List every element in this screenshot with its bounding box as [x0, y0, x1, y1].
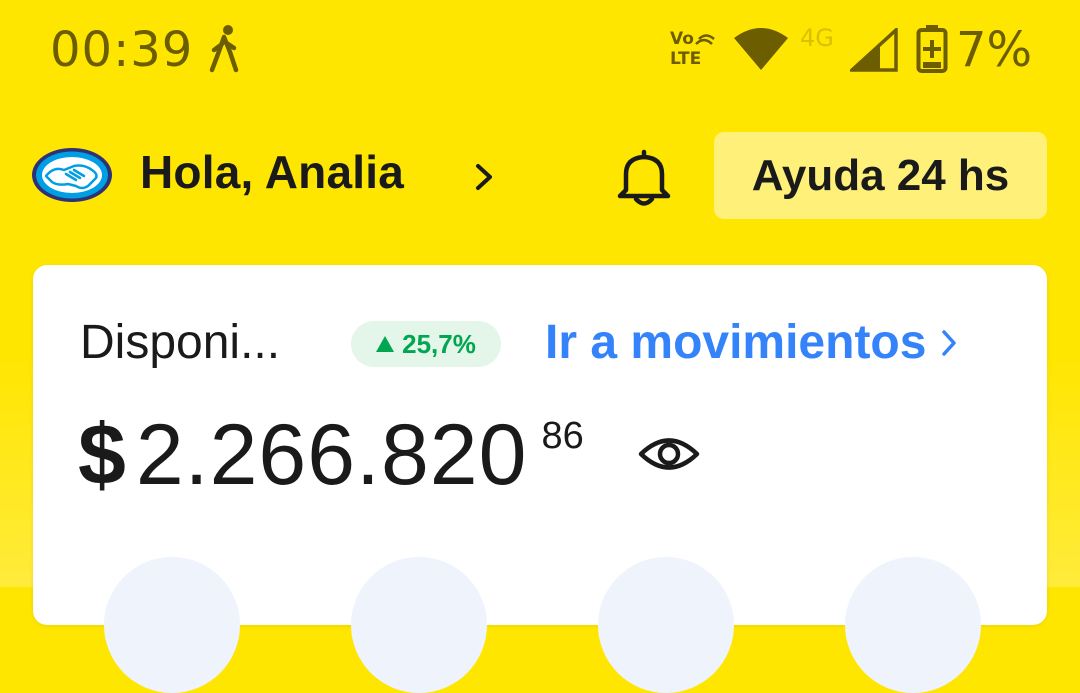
amount-integer: 2.266.820	[135, 407, 528, 503]
chevron-right-icon[interactable]	[472, 160, 496, 194]
action-button[interactable]	[598, 557, 734, 693]
trend-badge: 25,7%	[351, 321, 501, 367]
bell-icon[interactable]	[612, 146, 676, 208]
mercadopago-logo[interactable]	[30, 146, 114, 204]
trend-value: 25,7%	[402, 328, 476, 359]
balance-card: Disponi... 25,7% Ir a movimientos $ 2.26…	[33, 265, 1047, 693]
greeting[interactable]: Hola, Analia	[140, 145, 404, 199]
volte-icon: Vo LTE	[668, 30, 716, 72]
wifi-icon	[734, 28, 788, 70]
currency-symbol: $	[78, 407, 126, 503]
action-button[interactable]	[351, 557, 487, 693]
eye-icon[interactable]	[637, 433, 701, 475]
walk-icon	[209, 25, 239, 73]
chevron-right-icon	[942, 329, 957, 356]
trend-up-icon	[376, 336, 395, 352]
action-button[interactable]	[104, 557, 240, 693]
amount-cents: 86	[541, 415, 584, 457]
status-bar: 00:39 Vo LTE 4G 7%	[0, 0, 1080, 100]
help-button[interactable]: Ayuda 24 hs	[714, 132, 1047, 219]
help-button-label: Ayuda 24 hs	[751, 150, 1010, 200]
movements-link[interactable]: Ir a movimientos	[545, 315, 958, 370]
movements-link-label: Ir a movimientos	[545, 316, 927, 369]
action-button[interactable]	[845, 557, 981, 693]
signal-icon	[850, 28, 898, 72]
balance-amount: $ 2.266.820 86	[78, 405, 584, 505]
network-type: 4G	[800, 24, 834, 52]
battery-percentage: 7%	[956, 22, 1033, 78]
status-time: 00:39	[50, 22, 194, 78]
balance-label: Disponi...	[80, 316, 281, 369]
battery-charging-icon	[916, 25, 948, 73]
